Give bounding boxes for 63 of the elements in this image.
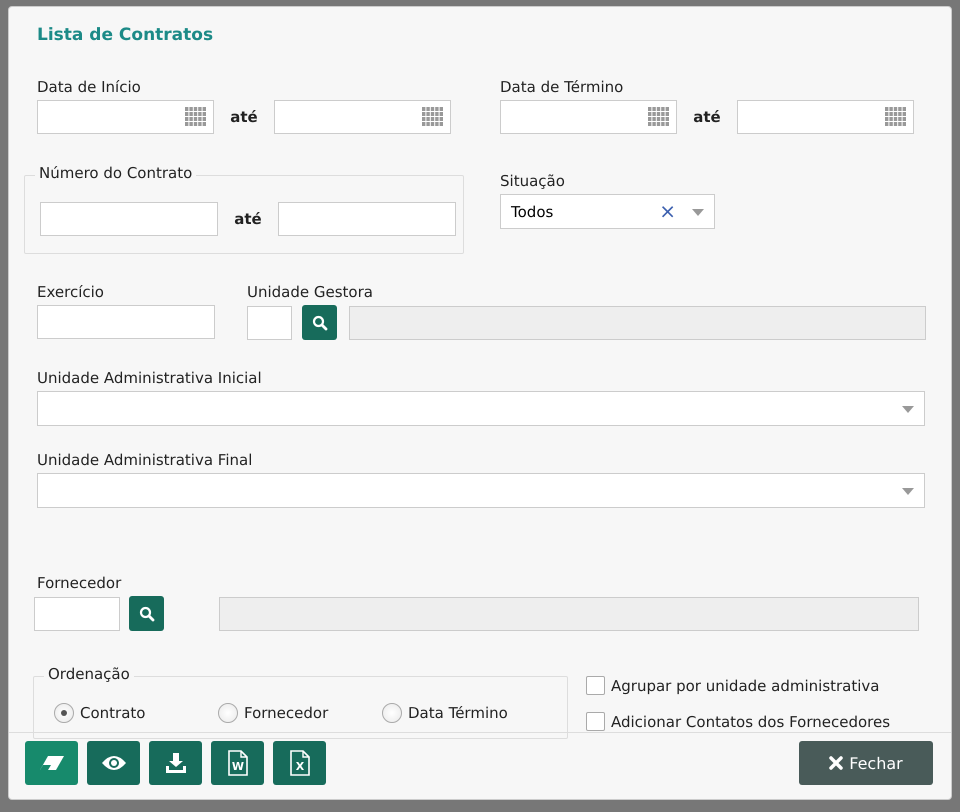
date-field[interactable] — [274, 100, 451, 134]
clear-icon[interactable]: × — [659, 201, 676, 221]
close-button[interactable]: Fechar — [799, 741, 933, 785]
toolbar-button[interactable] — [25, 741, 78, 785]
caret-icon — [902, 406, 914, 413]
input-field[interactable] — [37, 305, 215, 339]
select-field[interactable] — [37, 391, 925, 426]
checkbox-label: Adicionar Contatos dos Fornecedores — [611, 712, 890, 730]
toolbar-button[interactable]: X — [273, 741, 326, 785]
search-icon — [312, 314, 328, 330]
input-field[interactable] — [40, 202, 218, 236]
calendar-icon[interactable] — [185, 107, 207, 127]
select-field[interactable] — [37, 473, 925, 508]
date-field[interactable] — [37, 100, 214, 134]
input-field[interactable] — [247, 306, 292, 340]
radio-label: Data Término — [408, 704, 508, 722]
field-label: Data de Término — [500, 78, 624, 96]
radio-icon[interactable] — [54, 703, 74, 723]
dialog-title: Lista de Contratos — [37, 25, 214, 45]
search-icon — [138, 606, 154, 622]
eraser-icon — [38, 755, 64, 771]
radio-label: Fornecedor — [244, 704, 328, 722]
group-legend: Ordenação — [44, 665, 134, 683]
checkbox[interactable] — [586, 676, 605, 695]
checkbox-label: Agrupar por unidade administrativa — [611, 676, 880, 694]
field-label: Data de Início — [37, 78, 142, 96]
toolbar-button[interactable] — [87, 741, 140, 785]
field-label: Fornecedor — [37, 574, 122, 592]
status-select[interactable]: Todos × — [500, 194, 715, 229]
calendar-icon[interactable] — [885, 107, 907, 127]
toolbar-button[interactable]: W — [211, 741, 264, 785]
document-icon: X — [290, 750, 310, 776]
range-separator: até — [229, 108, 259, 126]
field-label: Exercício — [37, 283, 105, 301]
field-label: Unidade Administrativa Inicial — [37, 369, 263, 387]
radio-label: Contrato — [80, 704, 146, 722]
calendar-icon[interactable] — [422, 107, 444, 127]
document-icon: W — [228, 750, 248, 776]
range-separator: até — [692, 108, 722, 126]
calendar-icon[interactable] — [648, 107, 670, 127]
input-field[interactable] — [278, 202, 456, 236]
caret-icon — [692, 209, 704, 216]
radio-option[interactable]: Fornecedor — [218, 703, 382, 723]
radio-icon[interactable] — [382, 703, 402, 723]
toolbar-button[interactable] — [149, 741, 202, 785]
field-label: Unidade Gestora — [247, 283, 374, 301]
input-field[interactable] — [34, 596, 120, 630]
close-icon — [829, 756, 844, 770]
field-label: Situação — [500, 172, 566, 190]
date-field[interactable] — [737, 100, 914, 134]
checkbox[interactable] — [586, 712, 605, 731]
radio-icon[interactable] — [218, 703, 238, 723]
range-separator: até — [233, 210, 263, 228]
field-label: Unidade Administrativa Final — [37, 451, 254, 469]
radio-option[interactable]: Contrato — [54, 703, 218, 723]
select-value: Todos — [511, 202, 554, 220]
download-icon — [164, 752, 186, 774]
radio-option[interactable]: Data Término — [382, 703, 532, 723]
search-button[interactable] — [302, 305, 337, 340]
caret-icon — [902, 488, 914, 495]
eye-icon — [100, 755, 126, 771]
date-field[interactable] — [500, 100, 677, 134]
search-button[interactable] — [129, 596, 164, 631]
